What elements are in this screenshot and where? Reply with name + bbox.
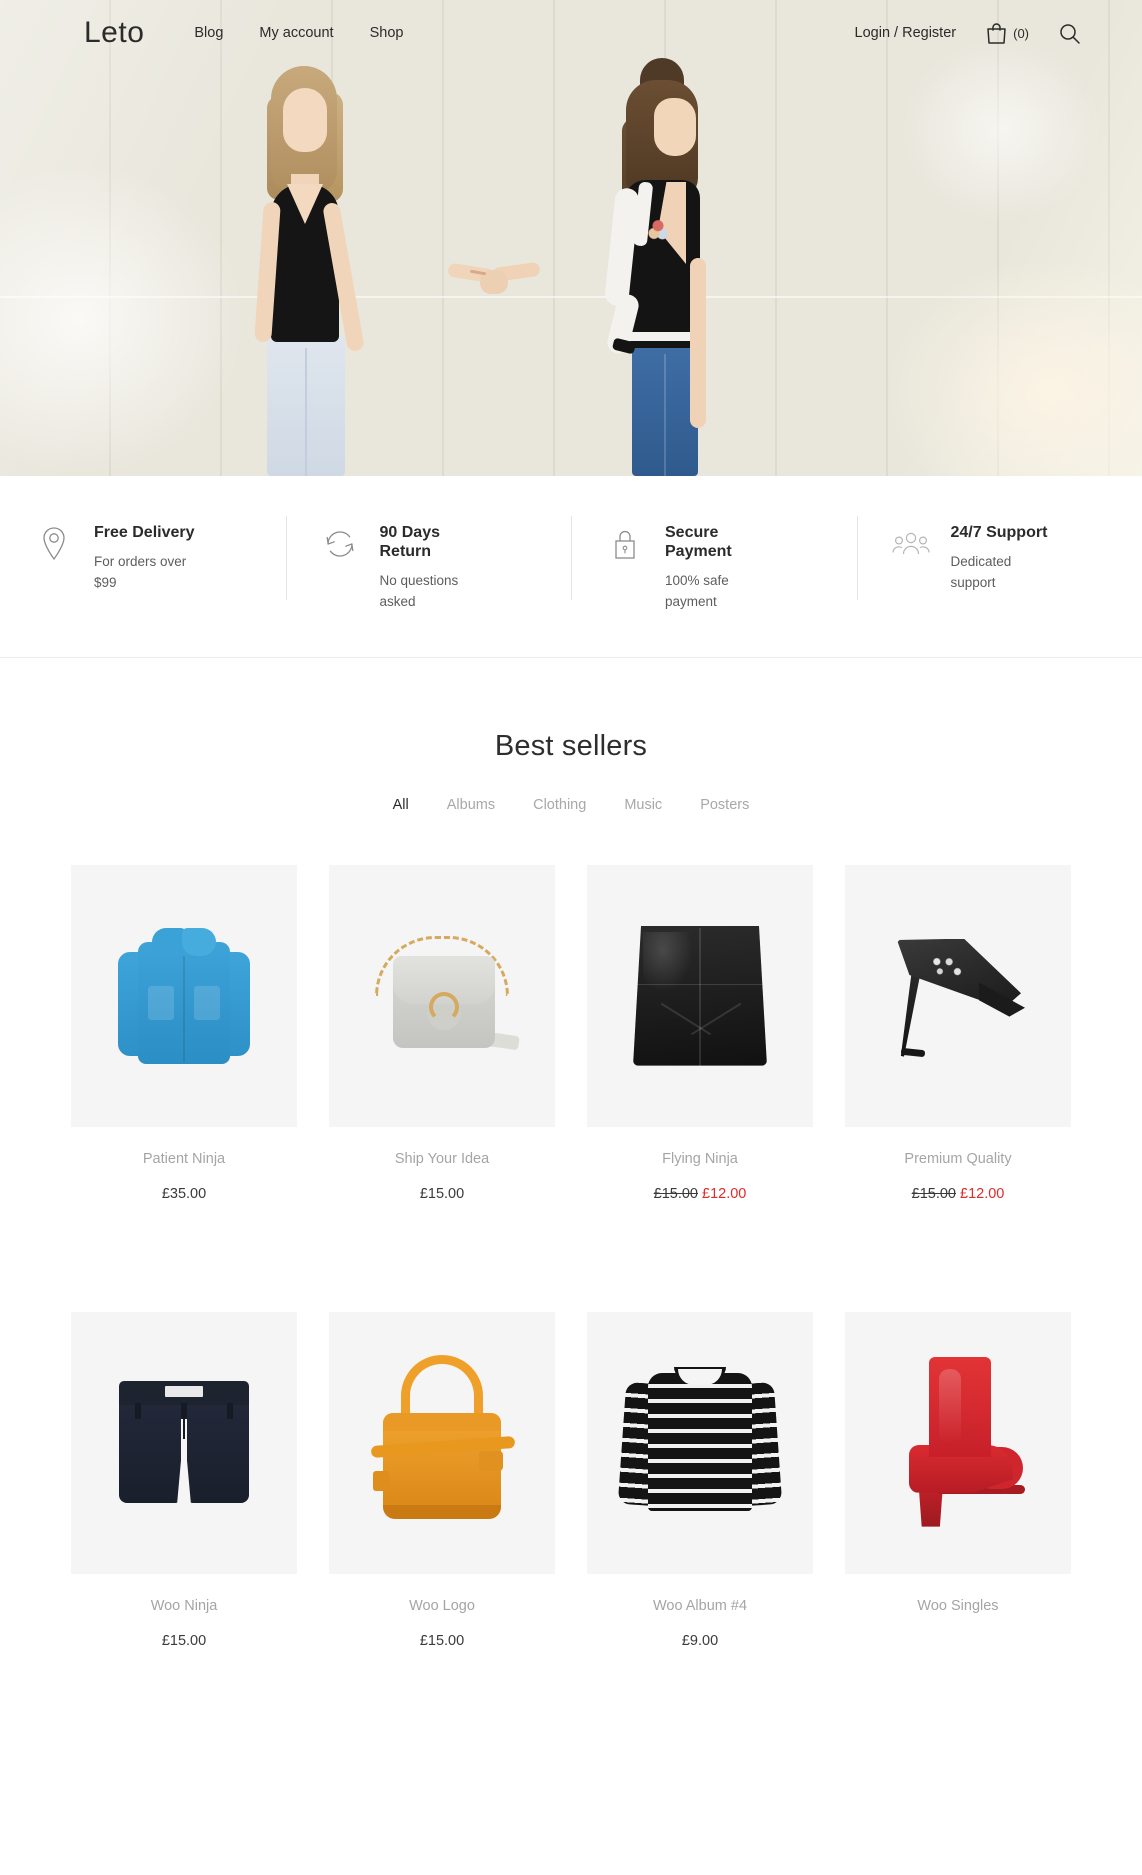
hero-light-flare-right [862, 240, 1142, 476]
black-leather-skirt-art [627, 922, 773, 1070]
product-image[interactable] [329, 864, 555, 1127]
hero-joined-hands [447, 261, 541, 296]
product-price-sale: £12.00 [702, 1185, 747, 1202]
product-card[interactable]: Flying Ninja £15.00 £12.00 [587, 864, 813, 1202]
product-name[interactable]: Patient Ninja [71, 1151, 297, 1167]
cart-button[interactable]: (0) [986, 22, 1029, 45]
product-name[interactable]: Woo Logo [329, 1598, 555, 1614]
feature-24-7-support: 24/7 Support Dedicated support [856, 516, 1142, 600]
product-price-sale: £12.00 [960, 1185, 1005, 1202]
hero-light-flare-left [0, 150, 260, 476]
product-name[interactable]: Flying Ninja [587, 1151, 813, 1167]
feature-subtitle: No questions asked [379, 572, 459, 609]
product-image[interactable] [329, 1311, 555, 1574]
section-title: Best sellers [494, 729, 648, 762]
product-image[interactable] [71, 1311, 297, 1574]
feature-90-days-return: 90 Days Return No questions asked [285, 516, 572, 613]
product-price: £15.00 [161, 1632, 207, 1649]
product-price: £15.00 £12.00 [587, 1186, 813, 1202]
product-card[interactable]: Patient Ninja £35.00 [71, 864, 297, 1202]
product-name[interactable]: Woo Ninja [71, 1598, 297, 1614]
location-pin-icon [34, 522, 74, 566]
hero-banner: Leto Blog My account Shop Login / Regist… [0, 0, 1142, 476]
feature-title: 24/7 Support [950, 524, 1048, 541]
tab-all[interactable]: All [393, 797, 409, 813]
product-card[interactable]: Woo Logo £15.00 [329, 1254, 555, 1649]
lock-icon [605, 522, 645, 566]
product-name[interactable]: Woo Album #4 [587, 1598, 813, 1614]
nav-item-blog[interactable]: Blog [194, 25, 223, 41]
product-image[interactable] [71, 864, 297, 1127]
yellow-handbag-art [367, 1354, 517, 1531]
product-price: £9.00 [681, 1632, 719, 1649]
hero-model-left [243, 66, 371, 476]
product-image[interactable] [845, 1311, 1071, 1574]
product-price-original: £15.00 [653, 1185, 698, 1202]
product-card[interactable]: Woo Album #4 £9.00 [587, 1254, 813, 1649]
navy-shorts-art [109, 1380, 259, 1505]
people-group-icon [891, 522, 931, 566]
shopping-bag-icon [986, 22, 1007, 45]
search-icon[interactable] [1059, 23, 1080, 44]
nav-item-shop[interactable]: Shop [370, 25, 404, 41]
blue-fur-coat-art [118, 920, 250, 1072]
feature-title: Free Delivery [94, 524, 195, 541]
feature-subtitle: Dedicated support [950, 553, 1012, 590]
product-name[interactable]: Woo Singles [845, 1598, 1071, 1614]
red-ankle-boot-art [883, 1356, 1033, 1529]
product-image[interactable] [587, 1311, 813, 1574]
product-grid-row-2: Woo Ninja £15.00 Woo Logo £15.00 Woo Alb… [71, 1254, 1071, 1649]
feature-free-delivery: Free Delivery For orders over $99 [0, 522, 286, 594]
product-price: £15.00 £12.00 [845, 1186, 1071, 1202]
product-price: £15.00 [419, 1632, 465, 1649]
site-logo[interactable]: Leto [84, 18, 144, 48]
product-image[interactable] [587, 864, 813, 1127]
product-price: £15.00 [419, 1185, 465, 1202]
striped-sweater-art [617, 1365, 783, 1521]
product-price: £35.00 [161, 1185, 207, 1202]
product-price-original: £15.00 [911, 1185, 956, 1202]
header-actions: Login / Register (0) [855, 22, 1080, 45]
feature-subtitle: 100% safe payment [665, 572, 729, 609]
feature-title: Secure Payment [665, 524, 732, 560]
site-header: Leto Blog My account Shop Login / Regist… [0, 0, 1142, 66]
product-image[interactable] [845, 864, 1071, 1127]
category-filter-tabs: All Albums Clothing Music Posters [0, 797, 1142, 813]
refresh-cycle-icon [320, 522, 360, 566]
product-grid-row-1: Patient Ninja £35.00 Ship Your Idea £15.… [71, 864, 1071, 1202]
product-card[interactable]: Woo Singles [845, 1254, 1071, 1649]
tab-albums[interactable]: Albums [447, 797, 495, 813]
black-stiletto-heel-art [883, 921, 1033, 1071]
best-sellers-section: Best sellers All Albums Clothing Music P… [0, 658, 1142, 1689]
nav-item-my-account[interactable]: My account [259, 25, 333, 41]
login-register-link[interactable]: Login / Register [855, 25, 957, 41]
product-card[interactable]: Ship Your Idea £15.00 [329, 864, 555, 1202]
main-navigation: Blog My account Shop [194, 25, 403, 41]
grey-chain-bag-art [367, 930, 520, 1062]
product-name[interactable]: Premium Quality [845, 1151, 1071, 1167]
hero-model-right [592, 58, 732, 476]
tab-posters[interactable]: Posters [700, 797, 749, 813]
features-bar: Free Delivery For orders over $99 90 Day… [0, 476, 1142, 658]
product-card[interactable]: Woo Ninja £15.00 [71, 1254, 297, 1649]
product-card[interactable]: Premium Quality £15.00 £12.00 [845, 864, 1071, 1202]
tab-clothing[interactable]: Clothing [533, 797, 586, 813]
tab-music[interactable]: Music [624, 797, 662, 813]
product-name[interactable]: Ship Your Idea [329, 1151, 555, 1167]
feature-secure-payment: Secure Payment 100% safe payment [571, 516, 857, 613]
cart-count: (0) [1013, 25, 1029, 41]
feature-title: 90 Days Return [379, 524, 441, 560]
feature-subtitle: For orders over $99 [94, 553, 187, 590]
